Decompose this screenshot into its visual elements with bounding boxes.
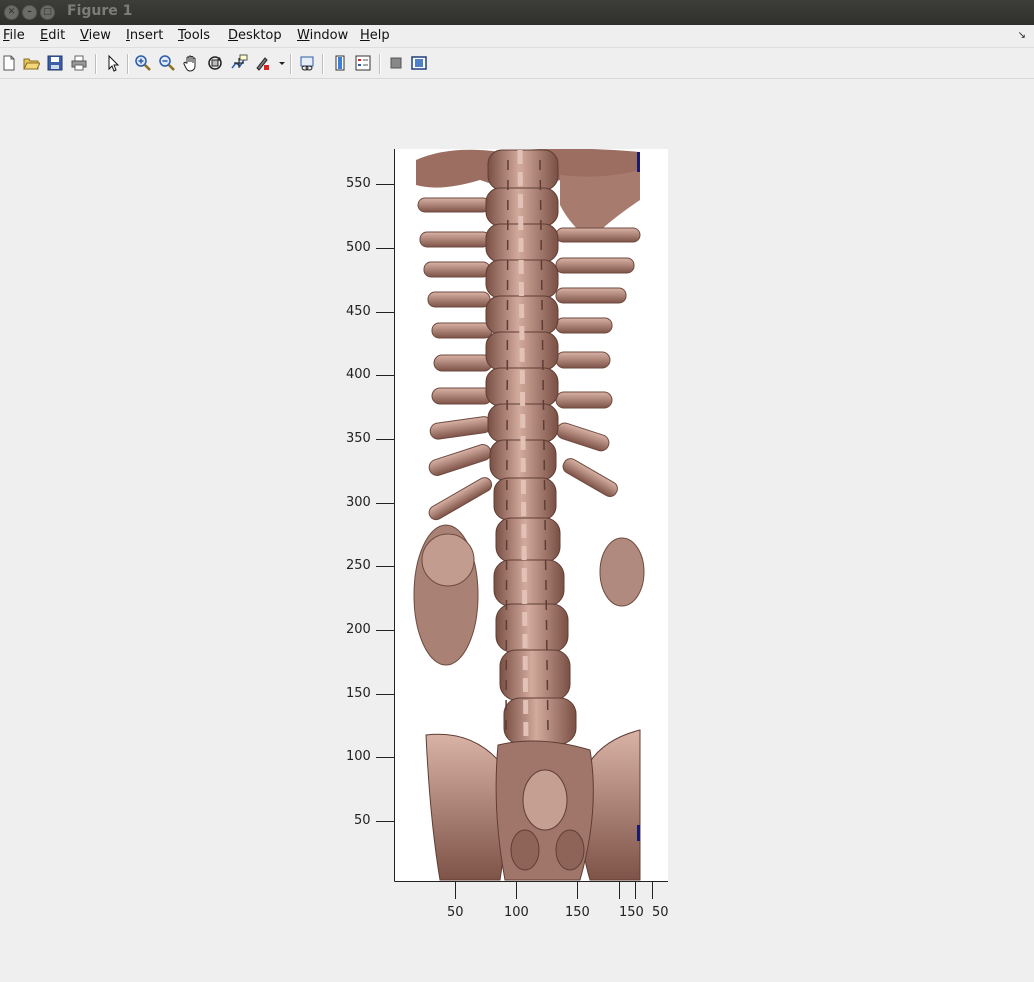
title-bar: ✕ – □ Figure 1 [0,0,1034,25]
x-tick-label: 100 [504,905,529,920]
y-tick-label: 450 [346,304,371,319]
print-icon[interactable] [70,54,88,72]
menu-window[interactable]: Window [297,28,348,43]
open-file-icon[interactable] [22,54,40,72]
x-tick-label: 150 [619,905,644,920]
x-tick-label: 50 [447,905,464,920]
legend-icon[interactable] [354,54,372,72]
menu-tools[interactable]: Tools [178,28,210,43]
menu-insert[interactable]: Insert [126,28,163,43]
zoom-in-icon[interactable] [134,54,152,72]
show-plot-tools-icon[interactable] [410,54,428,72]
toolbar-separator [290,54,292,74]
y-tick-label: 500 [346,240,371,255]
brush-icon[interactable] [253,54,271,72]
data-cursor-icon[interactable] [230,54,248,72]
toolbar-separator [379,54,381,74]
maximize-window-icon[interactable]: □ [40,5,55,20]
y-tick-label: 200 [346,622,371,637]
new-figure-icon[interactable] [0,54,18,72]
x-tick-label: 150 [565,905,590,920]
x-tick-label: 50 [652,905,669,920]
menu-desktop[interactable]: Desktop [228,28,282,43]
toolbar-separator [322,54,324,74]
toolbar-separator [127,54,129,74]
minimize-window-icon[interactable]: – [22,5,37,20]
brush-dropdown-icon[interactable] [273,54,285,72]
y-tick-label: 550 [346,176,371,191]
menu-edit[interactable]: Edit [40,28,65,43]
colorbar-icon[interactable] [331,54,349,72]
pointer-icon[interactable] [104,54,122,72]
menu-view[interactable]: View [80,28,111,43]
hide-plot-tools-icon[interactable] [387,54,405,72]
y-tick-label: 100 [346,749,371,764]
rotate-3d-icon[interactable] [206,54,224,72]
y-tick-label: 50 [354,813,371,828]
toolbar-separator [95,54,97,74]
menu-file[interactable]: File [3,28,25,43]
figure-toolbar [0,48,1034,79]
menu-help[interactable]: Help [360,28,390,43]
y-tick-label: 150 [346,686,371,701]
link-plot-icon[interactable] [298,54,316,72]
save-icon[interactable] [46,54,64,72]
y-tick-label: 350 [346,431,371,446]
y-tick-label: 250 [346,558,371,573]
menu-bar: File Edit View Insert Tools Desktop Wind… [0,25,1034,48]
window-title: Figure 1 [67,3,133,19]
axes-background[interactable] [394,149,668,881]
close-window-icon[interactable]: ✕ [4,5,19,20]
zoom-out-icon[interactable] [158,54,176,72]
y-tick-label: 400 [346,367,371,382]
pan-icon[interactable] [182,54,200,72]
menu-dock-arrow-icon[interactable]: ↘ [1018,30,1026,41]
y-tick-label: 300 [346,495,371,510]
